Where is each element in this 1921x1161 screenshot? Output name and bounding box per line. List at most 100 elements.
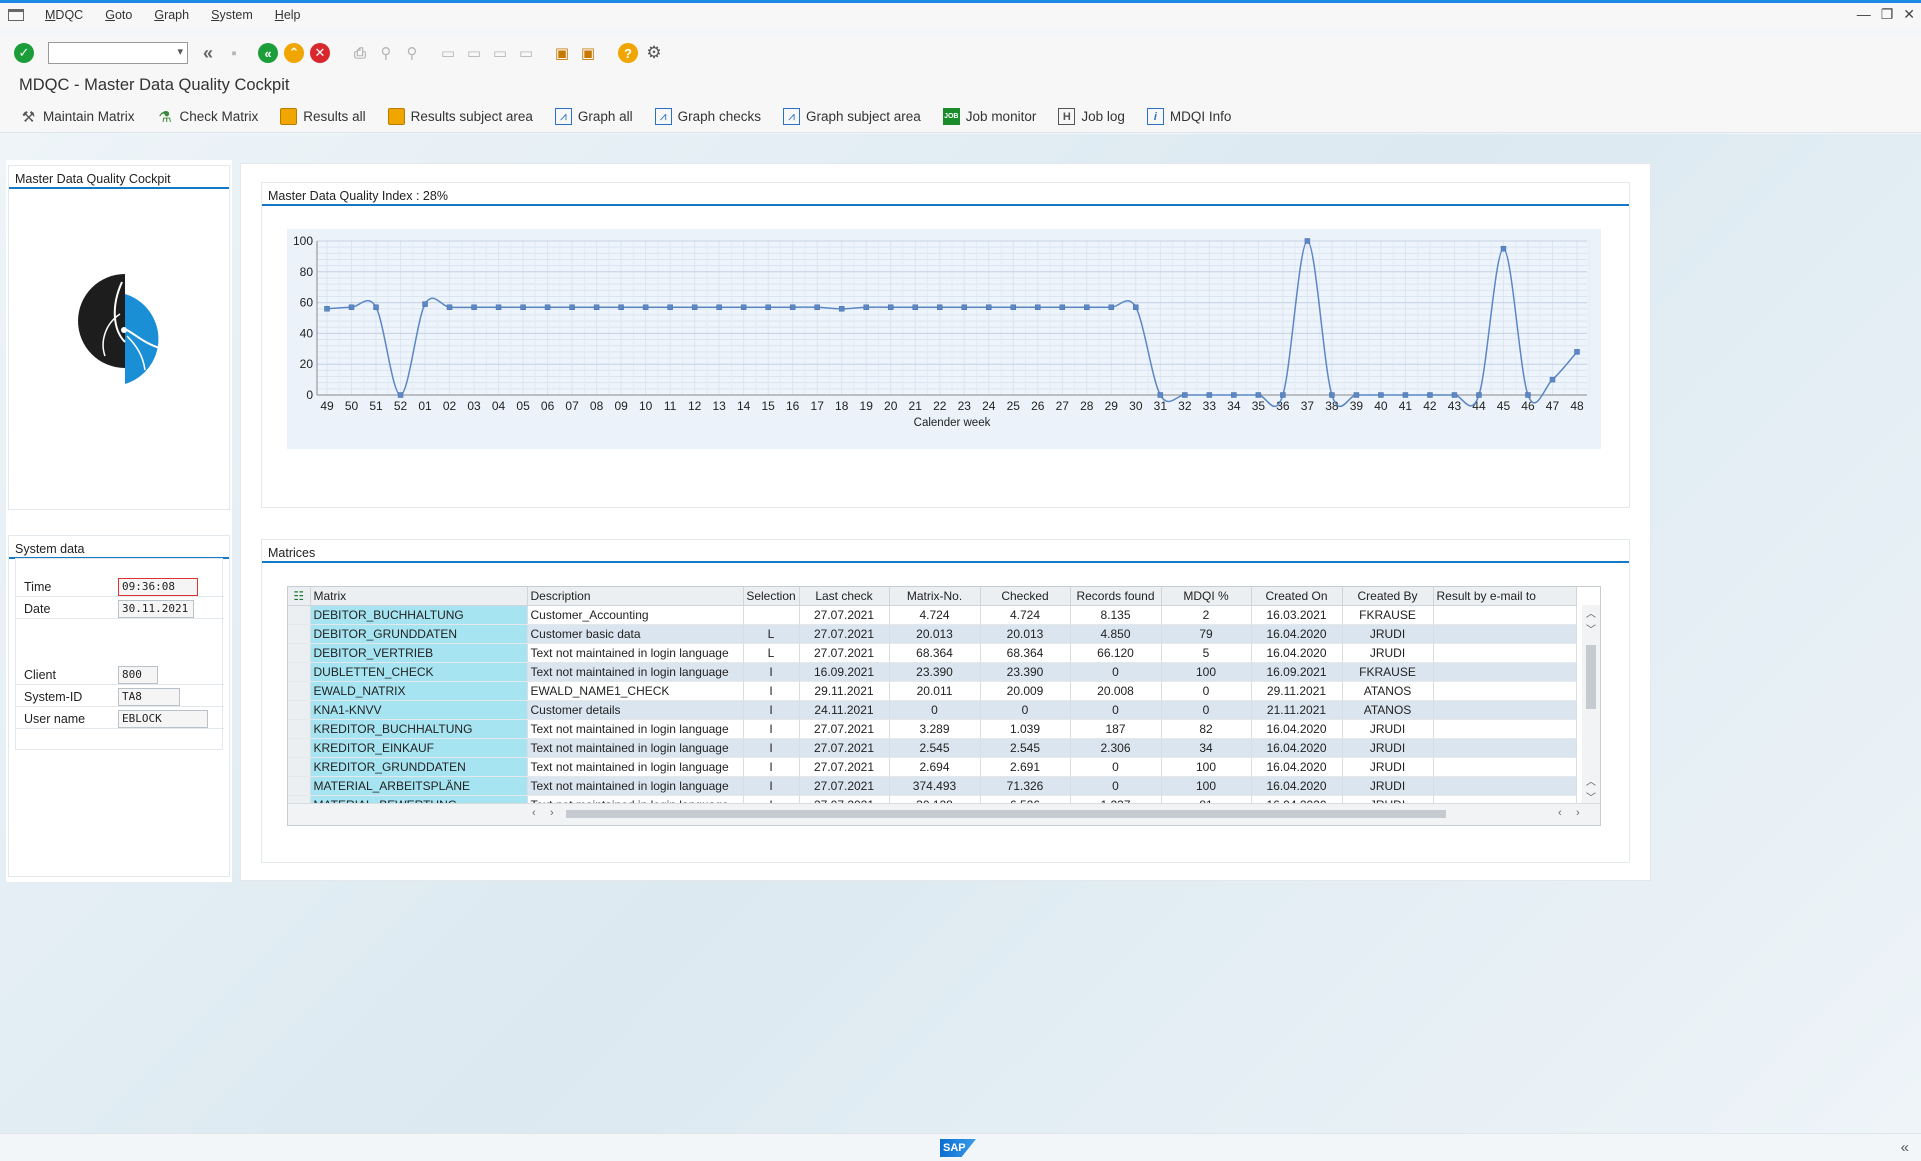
table-row[interactable]: DUBLETTEN_CHECK Text not maintained in lo…	[288, 662, 1577, 682]
table-cell[interactable]: 16.04.2020	[1251, 624, 1343, 644]
table-cell[interactable]: 100	[1161, 776, 1252, 796]
table-cell[interactable]: 0	[1070, 700, 1162, 720]
table-cell[interactable]: I	[743, 738, 800, 758]
table-cell[interactable]: 0	[1070, 662, 1162, 682]
row-selector[interactable]	[288, 738, 311, 758]
table-cell[interactable]: Text not maintained in login language	[527, 738, 744, 758]
table-cell[interactable]: 3.289	[889, 719, 981, 739]
table-cell[interactable]: 100	[1161, 757, 1252, 777]
table-cell[interactable]: Text not maintained in login language	[527, 719, 744, 739]
table-cell[interactable]: 16.04.2020	[1251, 719, 1343, 739]
column-header[interactable]: Created On	[1251, 587, 1343, 606]
mdqi-line-chart[interactable]: 0 20 40 60 80 100 49 50 51 52 01 02 03 04 05 06 07 08 09 10…	[287, 229, 1601, 471]
table-cell[interactable]: 27.07.2021	[799, 757, 890, 777]
column-header[interactable]: Selection	[743, 587, 800, 606]
table-cell[interactable]: JRUDI	[1342, 719, 1434, 739]
table-cell[interactable]: 0	[980, 700, 1071, 720]
table-cell[interactable]: DEBITOR_GRUNDDATEN	[310, 624, 528, 644]
row-selector[interactable]	[288, 757, 311, 777]
table-cell[interactable]: 2.545	[980, 738, 1071, 758]
column-header[interactable]: Records found	[1070, 587, 1162, 606]
row-selector[interactable]	[288, 643, 311, 663]
table-cell[interactable]: Customer_Accounting	[527, 605, 744, 625]
table-cell[interactable]: Text not maintained in login language	[527, 662, 744, 682]
new-session-icon[interactable]: ▣	[552, 43, 572, 63]
expand-status-icon[interactable]: «	[1901, 1139, 1909, 1156]
table-row[interactable]: DEBITOR_BUCHHALTUNG Customer_Accounting 27…	[288, 605, 1577, 625]
column-header[interactable]: Matrix	[310, 587, 528, 606]
table-cell[interactable]: 27.07.2021	[799, 605, 890, 625]
shortcut-icon[interactable]: ▣	[578, 43, 598, 63]
table-cell[interactable]: 27.07.2021	[799, 738, 890, 758]
table-cell[interactable]: I	[743, 776, 800, 796]
table-cell[interactable]: KREDITOR_BUCHHALTUNG	[310, 719, 528, 739]
table-cell[interactable]: 4.724	[980, 605, 1071, 625]
table-cell[interactable]: Customer basic data	[527, 624, 744, 644]
table-cell[interactable]	[1433, 776, 1577, 796]
table-cell[interactable]: JRUDI	[1342, 643, 1434, 663]
table-cell[interactable]: 23.390	[980, 662, 1071, 682]
table-cell[interactable]: 16.04.2020	[1251, 776, 1343, 796]
table-cell[interactable]: 0	[1161, 700, 1252, 720]
table-cell[interactable]: FKRAUSE	[1342, 662, 1434, 682]
table-cell[interactable]: 100	[1161, 662, 1252, 682]
table-cell[interactable]: 16.04.2020	[1251, 738, 1343, 758]
table-cell[interactable]: 4.850	[1070, 624, 1162, 644]
restore-icon[interactable]: ❐	[1881, 6, 1894, 23]
results-all-button[interactable]: Results all	[280, 108, 366, 125]
table-row[interactable]: EWALD_NATRIX EWALD_NAME1_CHECK I 29.11.2021…	[288, 681, 1577, 701]
table-cell[interactable]: 20.008	[1070, 681, 1162, 701]
table-cell[interactable]: 16.09.2021	[799, 662, 890, 682]
table-cell[interactable]: 20.011	[889, 681, 981, 701]
menu-graph[interactable]: Graph	[154, 8, 189, 22]
table-cell[interactable]: 27.07.2021	[799, 643, 890, 663]
table-cell[interactable]: 23.390	[889, 662, 981, 682]
table-cell[interactable]	[1433, 643, 1577, 663]
table-cell[interactable]: JRUDI	[1342, 624, 1434, 644]
table-cell[interactable]: JRUDI	[1342, 738, 1434, 758]
table-cell[interactable]: ATANOS	[1342, 681, 1434, 701]
table-cell[interactable]: 5	[1161, 643, 1252, 663]
scroll-left-end-icon[interactable]: ‹	[1558, 807, 1562, 819]
column-header[interactable]: Last check	[799, 587, 890, 606]
table-cell[interactable]: 71.326	[980, 776, 1071, 796]
table-cell[interactable]: 16.09.2021	[1251, 662, 1343, 682]
table-row[interactable]: DEBITOR_VERTRIEB Text not maintained in l…	[288, 643, 1577, 663]
table-cell[interactable]: L	[743, 624, 800, 644]
horizontal-scrollbar[interactable]: ‹ › ‹ ›	[288, 803, 1600, 825]
scroll-up-icon[interactable]: ﹀	[1582, 621, 1600, 637]
system-menu-icon[interactable]	[8, 9, 24, 21]
row-selector[interactable]	[288, 719, 311, 739]
scroll-left-icon[interactable]: ‹	[532, 807, 536, 819]
scroll-right-icon[interactable]: ›	[550, 807, 554, 819]
row-selector[interactable]	[288, 681, 311, 701]
table-cell[interactable]	[743, 605, 800, 625]
table-cell[interactable]: 2.694	[889, 757, 981, 777]
table-cell[interactable]	[1433, 757, 1577, 777]
table-cell[interactable]: 20.013	[980, 624, 1071, 644]
check-matrix-button[interactable]: ⚗ Check Matrix	[157, 108, 258, 126]
maintain-matrix-button[interactable]: ⚒ Maintain Matrix	[20, 108, 135, 126]
table-cell[interactable]: 27.07.2021	[799, 719, 890, 739]
back-icon[interactable]: «	[258, 43, 278, 63]
job-log-button[interactable]: H Job log	[1058, 108, 1125, 125]
table-cell[interactable]: I	[743, 681, 800, 701]
table-cell[interactable]: 16.03.2021	[1251, 605, 1343, 625]
graph-all-button[interactable]: ⩘ Graph all	[554, 108, 633, 125]
column-header[interactable]: Created By	[1342, 587, 1434, 606]
table-cell[interactable]	[1433, 681, 1577, 701]
column-header[interactable]: Matrix-No.	[889, 587, 981, 606]
table-cell[interactable]: Text not maintained in login language	[527, 757, 744, 777]
user-name-field[interactable]: EBLOCK	[118, 709, 208, 728]
table-cell[interactable]: JRUDI	[1342, 776, 1434, 796]
table-cell[interactable]: 1.039	[980, 719, 1071, 739]
table-cell[interactable]: 68.364	[980, 643, 1071, 663]
table-cell[interactable]	[1433, 662, 1577, 682]
table-cell[interactable]: ATANOS	[1342, 700, 1434, 720]
table-cell[interactable]: 68.364	[889, 643, 981, 663]
column-header[interactable]: Result by e-mail to	[1433, 587, 1577, 606]
table-cell[interactable]: 374.493	[889, 776, 981, 796]
row-selector[interactable]	[288, 624, 311, 644]
table-cell[interactable]: MATERIAL_ARBEITSPLÄNE	[310, 776, 528, 796]
close-window-icon[interactable]: ✕	[1903, 6, 1915, 23]
